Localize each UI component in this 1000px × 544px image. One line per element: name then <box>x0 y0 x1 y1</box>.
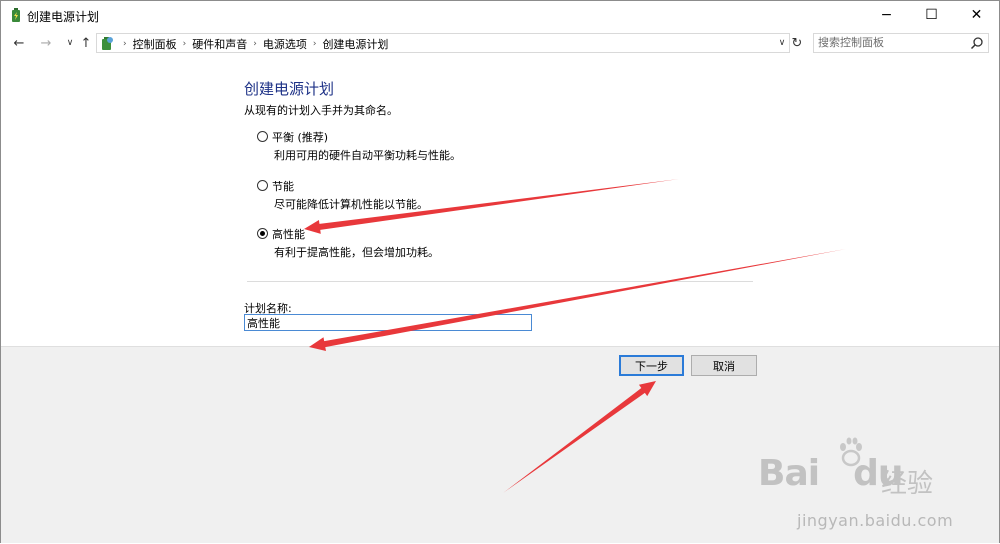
divider <box>247 281 753 282</box>
search-icon[interactable] <box>970 36 984 50</box>
search-box[interactable] <box>813 33 989 53</box>
radio-power-saver[interactable] <box>257 180 268 191</box>
close-button[interactable]: ✕ <box>954 1 999 29</box>
forward-arrow-icon[interactable]: → <box>37 34 55 52</box>
create-power-plan-window: 创建电源计划 − ☐ ✕ ← → ∨ ↑ › 控制面板 › 硬件和声音 › 电源… <box>0 0 1000 543</box>
up-arrow-icon[interactable]: ↑ <box>77 34 95 52</box>
watermark-logo-part1: Bai <box>758 453 820 494</box>
search-input[interactable] <box>818 36 966 49</box>
page-title: 创建电源计划 <box>244 80 335 98</box>
option-label[interactable]: 高性能 <box>272 226 305 242</box>
breadcrumb-separator: › <box>123 39 127 49</box>
option-description: 尽可能降低计算机性能以节能。 <box>274 198 428 211</box>
page-subtitle: 从现有的计划入手并为其命名。 <box>244 104 398 117</box>
plan-name-field[interactable] <box>244 314 532 331</box>
maximize-button[interactable]: ☐ <box>909 1 954 29</box>
address-dropdown-chevron-icon[interactable]: ∨ <box>775 33 789 53</box>
breadcrumb-separator: › <box>312 39 317 49</box>
watermark-url: jingyan.baidu.com <box>797 511 954 530</box>
cancel-button[interactable]: 取消 <box>691 355 757 376</box>
radio-balanced[interactable] <box>257 131 268 142</box>
option-description: 有利于提高性能，但会增加功耗。 <box>274 246 439 259</box>
breadcrumb-separator: › <box>182 39 187 49</box>
option-description: 利用可用的硬件自动平衡功耗与性能。 <box>274 149 461 162</box>
breadcrumb-power-options[interactable]: 电源选项 <box>263 36 307 52</box>
power-options-icon <box>12 8 20 22</box>
breadcrumb-create-power-plan[interactable]: 创建电源计划 <box>322 36 388 52</box>
option-label[interactable]: 节能 <box>272 178 294 194</box>
minimize-button[interactable]: − <box>864 1 909 29</box>
arrow-to-plan-name <box>309 249 846 352</box>
breadcrumb-control-panel[interactable]: 控制面板 <box>133 36 177 52</box>
option-label[interactable]: 平衡 (推荐) <box>272 129 328 145</box>
breadcrumb: › 控制面板 › 硬件和声音 › 电源选项 › 创建电源计划 <box>117 36 388 52</box>
address-bar[interactable]: › 控制面板 › 硬件和声音 › 电源选项 › 创建电源计划 <box>96 33 790 53</box>
breadcrumb-hardware-sound[interactable]: 硬件和声音 <box>192 36 247 52</box>
radio-high-performance[interactable] <box>257 228 268 239</box>
control-panel-icon <box>102 37 113 50</box>
window-title: 创建电源计划 <box>27 10 100 24</box>
back-arrow-icon[interactable]: ← <box>10 34 28 52</box>
next-button[interactable]: 下一步 <box>619 355 684 376</box>
watermark-cn-text: 经验 <box>881 469 934 499</box>
refresh-icon[interactable]: ↻ <box>790 35 804 51</box>
title-bar: 创建电源计划 − ☐ ✕ <box>1 1 999 29</box>
breadcrumb-separator: › <box>253 39 257 49</box>
